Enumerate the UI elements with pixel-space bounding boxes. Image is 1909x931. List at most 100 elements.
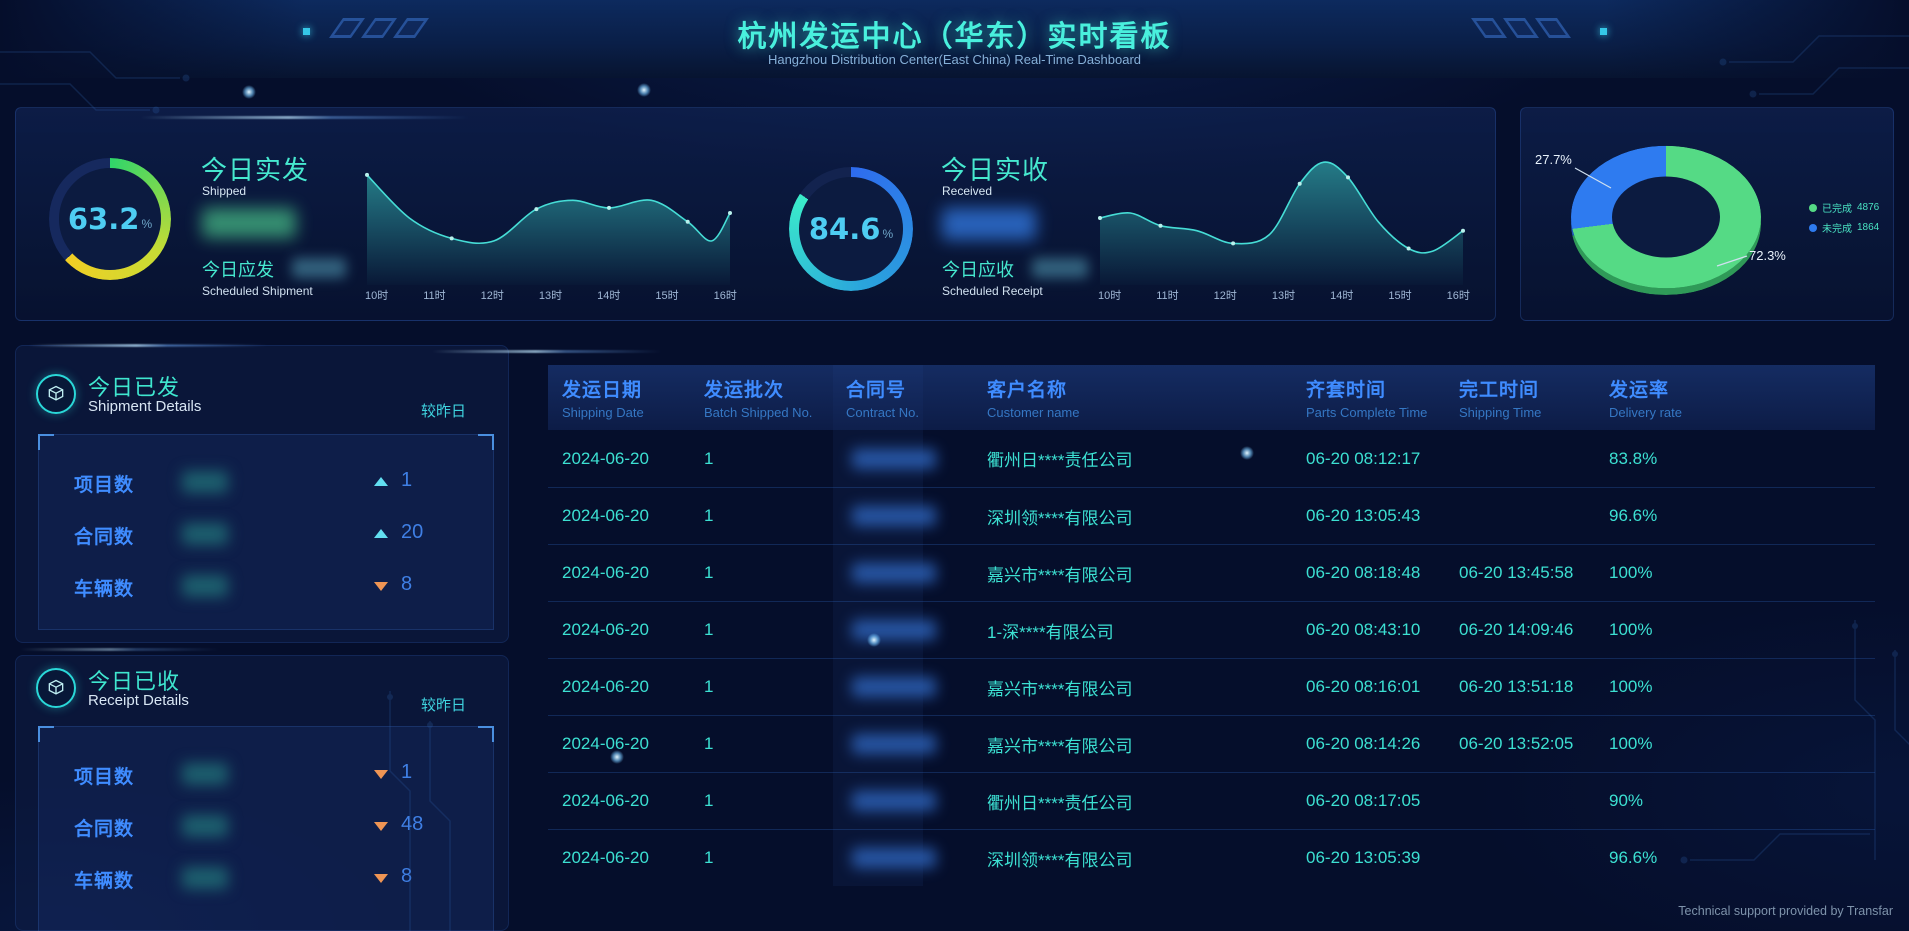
donut-leader-line [1715, 248, 1749, 270]
legend-value: 4876 [1857, 202, 1879, 213]
contract-value-blurred [852, 791, 936, 811]
received-trend-svg [1094, 140, 1469, 285]
cell-batch-no: 1 [690, 449, 832, 469]
kpi-value-blurred [182, 867, 228, 889]
cell-delivery-rate: 100% [1595, 620, 1875, 640]
shipped-value-blurred [202, 208, 296, 238]
cell-delivery-rate: 100% [1595, 677, 1875, 697]
light-streak [432, 350, 662, 353]
cell-shipping-date: 2024-06-20 [548, 677, 690, 697]
x-axis-tick: 16时 [1447, 287, 1470, 303]
x-axis-tick: 12时 [1214, 287, 1237, 303]
cell-shipping-time: 06-20 13:45:58 [1445, 563, 1595, 583]
shipment-box-icon [36, 374, 76, 414]
shipped-gauge-unit: % [141, 217, 152, 231]
cell-parts-complete-time: 06-20 08:12:17 [1292, 449, 1445, 469]
table-header-cell: 发运率 Delivery rate [1595, 365, 1875, 430]
x-axis-tick: 10时 [1098, 287, 1121, 303]
cell-customer-name: 衢州日****责任公司 [973, 789, 1292, 814]
cell-delivery-rate: 100% [1595, 734, 1875, 754]
cell-parts-complete-time: 06-20 13:05:39 [1292, 848, 1445, 868]
scheduled-receipt-sublabel: Scheduled Receipt [942, 284, 1043, 298]
cell-batch-no: 1 [690, 620, 832, 640]
table-row: 2024-06-20 1 深圳领****有限公司 06-20 13:05:43 … [548, 487, 1875, 544]
shipped-title: 今日实发 [201, 150, 309, 187]
cell-shipping-time: 06-20 13:51:18 [1445, 677, 1595, 697]
dashboard-root: 杭州发运中心（华东）实时看板 Hangzhou Distribution Cen… [0, 0, 1909, 931]
cell-shipping-time: 06-20 14:09:46 [1445, 620, 1595, 640]
received-value-blurred [942, 208, 1036, 240]
cell-contract-no [832, 734, 973, 754]
cell-customer-name: 深圳领****有限公司 [973, 504, 1292, 529]
kpi-label: 合同数 [74, 522, 134, 549]
column-title-zh: 齐套时间 [1306, 375, 1445, 402]
cell-parts-complete-time: 06-20 08:14:26 [1292, 734, 1445, 754]
contract-value-blurred [852, 620, 936, 640]
received-x-axis: 10时11时12时13时14时15时16时 [1094, 285, 1474, 303]
shipment-panel-subtitle: Shipment Details [88, 398, 201, 415]
kpi-label: 合同数 [74, 814, 134, 841]
kpi-value-blurred [182, 575, 228, 597]
cell-contract-no [832, 791, 973, 811]
cell-shipping-date: 2024-06-20 [548, 620, 690, 640]
cell-batch-no: 1 [690, 506, 832, 526]
x-axis-tick: 13时 [539, 287, 562, 303]
cell-shipping-time: 06-20 13:52:05 [1445, 734, 1595, 754]
cell-batch-no: 1 [690, 563, 832, 583]
x-axis-tick: 12时 [481, 287, 504, 303]
donut-done-pct-label: 72.3% [1749, 248, 1786, 263]
column-title-en: Shipping Date [562, 405, 690, 420]
column-title-zh: 发运日期 [562, 375, 690, 402]
cell-parts-complete-time: 06-20 13:05:43 [1292, 506, 1445, 526]
circuit-decoration [1699, 12, 1909, 112]
scheduled-receipt-label: 今日应收 [942, 256, 1014, 282]
kpi-label: 项目数 [74, 762, 134, 789]
glow-dot [867, 633, 881, 647]
kpi-label: 项目数 [74, 470, 134, 497]
donut-leader-line [1573, 164, 1613, 190]
shipment-kpi-box: 项目数 1 合同数 20 车辆数 8 [38, 434, 494, 630]
glow-dot [637, 83, 651, 97]
table-header-cell: 合同号 Contract No. [832, 365, 973, 430]
legend-dot-icon [1809, 224, 1817, 232]
legend-item[interactable]: 未完成 1864 [1809, 220, 1879, 235]
cell-customer-name: 嘉兴市****有限公司 [973, 732, 1292, 757]
shipped-x-axis: 10时11时12时13时14时15时16时 [361, 285, 741, 303]
shipping-table: 发运日期 Shipping Date 发运批次 Batch Shipped No… [548, 365, 1875, 886]
cell-batch-no: 1 [690, 848, 832, 868]
table-header-cell: 客户名称 Customer name [973, 365, 1292, 430]
x-axis-tick: 10时 [365, 287, 388, 303]
cell-parts-complete-time: 06-20 08:17:05 [1292, 791, 1445, 811]
x-axis-tick: 11时 [1156, 287, 1178, 303]
table-row: 2024-06-20 1 1-深****有限公司 06-20 08:43:10 … [548, 601, 1875, 658]
table-header-row: 发运日期 Shipping Date 发运批次 Batch Shipped No… [548, 365, 1875, 430]
table-header-cell: 完工时间 Shipping Time [1445, 365, 1595, 430]
glow-dot [242, 85, 256, 99]
receipt-box-icon [36, 668, 76, 708]
contract-value-blurred [852, 506, 936, 526]
cell-delivery-rate: 100% [1595, 563, 1875, 583]
kpi-value-blurred [182, 523, 228, 545]
table-row: 2024-06-20 1 衢州日****责任公司 06-20 08:12:17 … [548, 430, 1875, 487]
table-header-cell: 发运批次 Batch Shipped No. [690, 365, 832, 430]
donut-undone-pct-label: 27.7% [1535, 152, 1572, 167]
scheduled-shipment-label: 今日应发 [202, 256, 274, 282]
contract-value-blurred [852, 677, 936, 697]
cell-shipping-date: 2024-06-20 [548, 506, 690, 526]
cell-contract-no [832, 620, 973, 640]
cell-contract-no [832, 848, 973, 868]
cell-parts-complete-time: 06-20 08:16:01 [1292, 677, 1445, 697]
page-title: 杭州发运中心（华东）实时看板 [0, 13, 1909, 55]
table-row: 2024-06-20 1 嘉兴市****有限公司 06-20 08:18:48 … [548, 544, 1875, 601]
received-gauge-value: 84.6 [809, 212, 881, 246]
received-trend-chart: 10时11时12时13时14时15时16时 [1094, 140, 1474, 303]
legend-item[interactable]: 已完成 4876 [1809, 200, 1879, 215]
cell-contract-no [832, 506, 973, 526]
circuit-decoration [1660, 810, 1870, 910]
column-title-zh: 完工时间 [1459, 375, 1595, 402]
light-streak [20, 648, 220, 651]
donut-legend: 已完成 4876 未完成 1864 [1809, 200, 1879, 235]
light-streak [28, 344, 268, 347]
kpi-row: 合同数 20 [39, 521, 493, 547]
column-title-en: Batch Shipped No. [704, 405, 832, 420]
